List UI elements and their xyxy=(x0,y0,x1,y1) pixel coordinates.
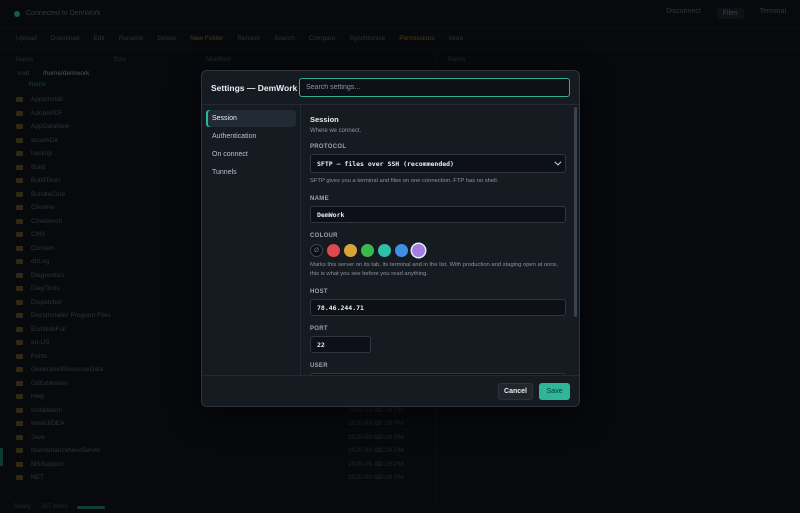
port-field[interactable]: 22 xyxy=(310,336,371,353)
name-value: DemWork xyxy=(317,210,345,219)
chevron-down-icon xyxy=(554,158,562,166)
dialog-body: Session Authentication On connect Tunnel… xyxy=(202,105,579,375)
user-label: USER xyxy=(310,363,328,369)
protocol-label: PROTOCOL xyxy=(310,144,347,150)
dialog-footer: Cancel Save xyxy=(202,375,579,406)
cancel-button[interactable]: Cancel xyxy=(498,382,533,400)
section-title: Session xyxy=(310,115,339,124)
colour-swatch[interactable] xyxy=(344,244,357,257)
host-field[interactable]: 78.46.244.71 xyxy=(310,299,566,316)
settings-search-input[interactable] xyxy=(299,78,570,97)
no-colour-icon: ∅ xyxy=(313,248,320,254)
protocol-hint: SFTP gives you a terminal and files on o… xyxy=(310,178,499,184)
settings-content: Session Where we connect. PROTOCOL SFTP … xyxy=(301,105,579,375)
colour-label: COLOUR xyxy=(310,233,338,239)
colour-hint: Marks this server on its tab, its termin… xyxy=(310,262,559,277)
colour-swatch[interactable] xyxy=(395,244,408,257)
protocol-value: SFTP — files over SSH (recommended) xyxy=(317,159,454,168)
nav-item-on-connect[interactable]: On connect xyxy=(206,146,296,163)
save-button[interactable]: Save xyxy=(539,382,570,400)
settings-nav: Session Authentication On connect Tunnel… xyxy=(202,105,301,375)
port-value: 22 xyxy=(317,340,325,349)
name-field[interactable]: DemWork xyxy=(310,206,566,223)
colour-picker: ∅ xyxy=(310,244,566,257)
dialog-title: Settings — DemWork xyxy=(211,82,298,93)
colour-swatch[interactable] xyxy=(412,244,425,257)
settings-dialog: Settings — DemWork Session Authenticatio… xyxy=(201,70,580,407)
section-description: Where we connect. xyxy=(310,128,362,134)
nav-item-tunnels[interactable]: Tunnels xyxy=(206,164,296,181)
colour-swatch[interactable] xyxy=(378,244,391,257)
content-scrollbar[interactable] xyxy=(574,107,577,317)
name-label: NAME xyxy=(310,196,329,202)
port-label: PORT xyxy=(310,326,328,332)
host-label: HOST xyxy=(310,289,328,295)
nav-item-session[interactable]: Session xyxy=(206,110,296,127)
host-value: 78.46.244.71 xyxy=(317,303,364,312)
dialog-header: Settings — DemWork xyxy=(202,71,579,105)
colour-swatch[interactable] xyxy=(361,244,374,257)
protocol-select[interactable]: SFTP — files over SSH (recommended) xyxy=(310,154,566,173)
nav-item-authentication[interactable]: Authentication xyxy=(206,128,296,145)
colour-none-swatch[interactable]: ∅ xyxy=(310,244,323,257)
colour-swatch[interactable] xyxy=(327,244,340,257)
